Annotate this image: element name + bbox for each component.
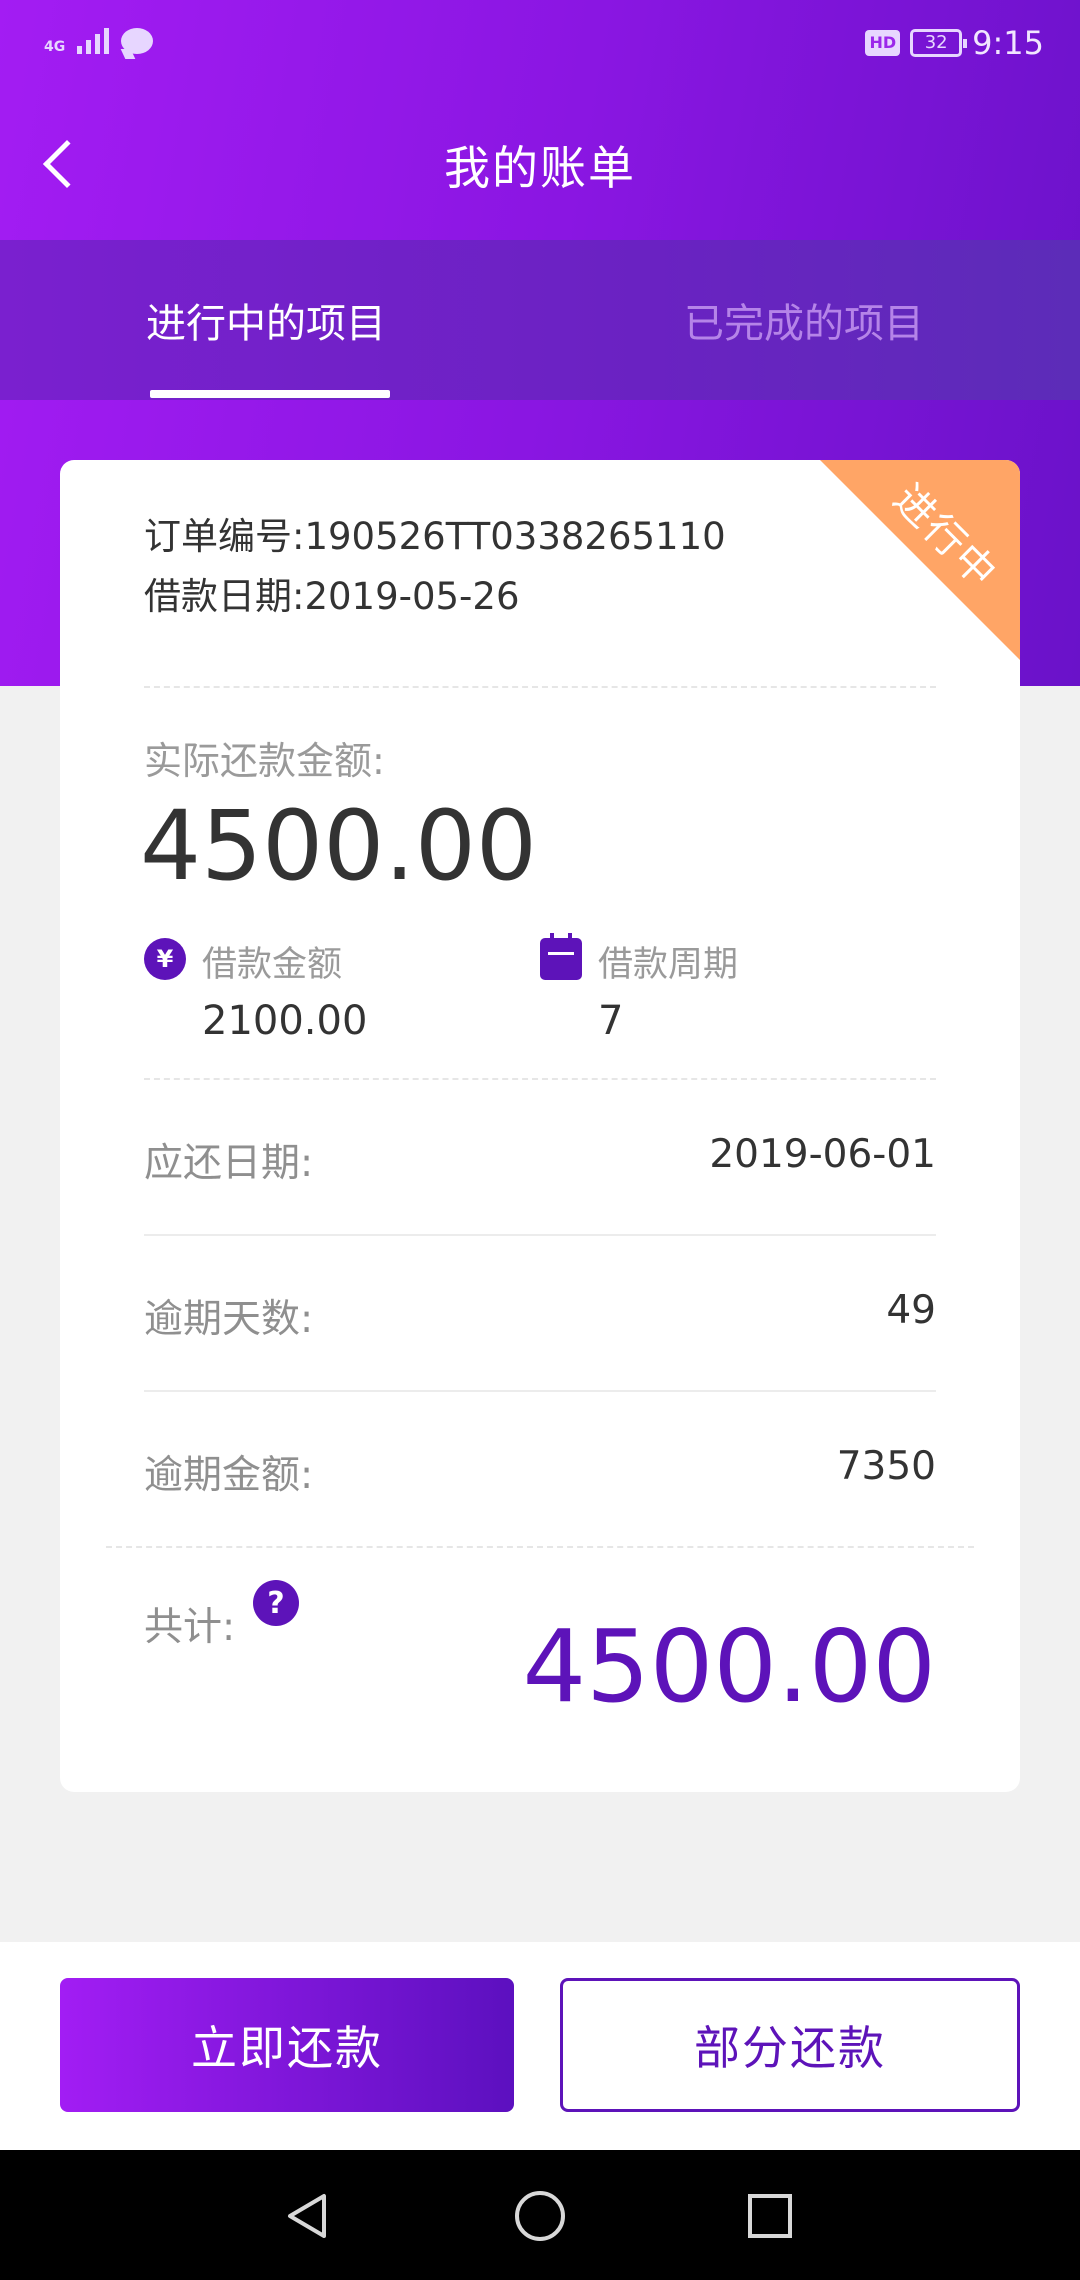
signal-icon bbox=[77, 24, 110, 54]
loan-period-value: 7 bbox=[598, 998, 624, 1044]
actual-repay-value: 4500.00 bbox=[140, 790, 537, 902]
nav-back-icon[interactable] bbox=[276, 2184, 340, 2248]
battery-icon: 32 bbox=[910, 29, 968, 57]
bill-card: 进行中 订单编号:190526TT0338265110 借款日期:2019-05… bbox=[60, 460, 1020, 1792]
page-title: 我的账单 bbox=[444, 141, 636, 195]
actual-repay-label: 实际还款金额: bbox=[144, 739, 385, 783]
overdue-days-label: 逾期天数: bbox=[144, 1297, 314, 1342]
loan-date: 借款日期:2019-05-26 bbox=[144, 575, 520, 618]
divider bbox=[144, 686, 936, 688]
status-left: 4G bbox=[44, 24, 154, 55]
overdue-amount-label: 逾期金额: bbox=[144, 1453, 314, 1498]
system-nav-bar bbox=[0, 2150, 1080, 2280]
nav-recent-icon[interactable] bbox=[738, 2184, 802, 2248]
network-type: 4G bbox=[44, 39, 66, 55]
help-icon[interactable]: ? bbox=[253, 1580, 299, 1626]
loan-amount-value: 2100.00 bbox=[202, 998, 368, 1044]
loan-amount-label: 借款金额 bbox=[202, 945, 343, 985]
due-date-value: 2019-06-01 bbox=[709, 1132, 936, 1177]
divider bbox=[106, 1546, 974, 1548]
status-right: HD 32 9:15 bbox=[865, 24, 1044, 62]
overdue-amount-value: 7350 bbox=[836, 1444, 936, 1489]
tab-completed[interactable]: 已完成的项目 bbox=[684, 240, 924, 400]
loan-period-label: 借款周期 bbox=[598, 945, 739, 985]
partial-repay-button[interactable]: 部分还款 bbox=[560, 1978, 1020, 2112]
hd-icon: HD bbox=[865, 30, 901, 56]
title-bar: 我的账单 bbox=[0, 92, 1080, 240]
due-date-label: 应还日期: bbox=[144, 1141, 314, 1186]
clock: 9:15 bbox=[972, 24, 1044, 62]
order-number: 订单编号:190526TT0338265110 bbox=[144, 515, 726, 558]
bottom-action-bar: 立即还款 部分还款 bbox=[0, 1942, 1080, 2150]
overdue-days-value: 49 bbox=[886, 1288, 936, 1333]
calendar-icon bbox=[540, 933, 582, 980]
tab-active-indicator bbox=[150, 390, 390, 398]
divider bbox=[144, 1234, 936, 1236]
repay-now-button[interactable]: 立即还款 bbox=[60, 1978, 514, 2112]
yen-icon: ¥ bbox=[144, 938, 186, 980]
divider bbox=[144, 1390, 936, 1392]
tab-in-progress[interactable]: 进行中的项目 bbox=[146, 240, 386, 400]
total-value: 4500.00 bbox=[522, 1608, 936, 1725]
total-label: 共计: bbox=[144, 1605, 236, 1650]
divider bbox=[144, 1078, 936, 1080]
status-bar: 4G HD 32 9:15 bbox=[0, 0, 1080, 92]
message-icon bbox=[121, 28, 154, 54]
nav-home-icon[interactable] bbox=[508, 2184, 572, 2248]
status-ribbon: 进行中 bbox=[820, 460, 1020, 660]
tab-bar: 进行中的项目 已完成的项目 bbox=[0, 240, 1080, 400]
